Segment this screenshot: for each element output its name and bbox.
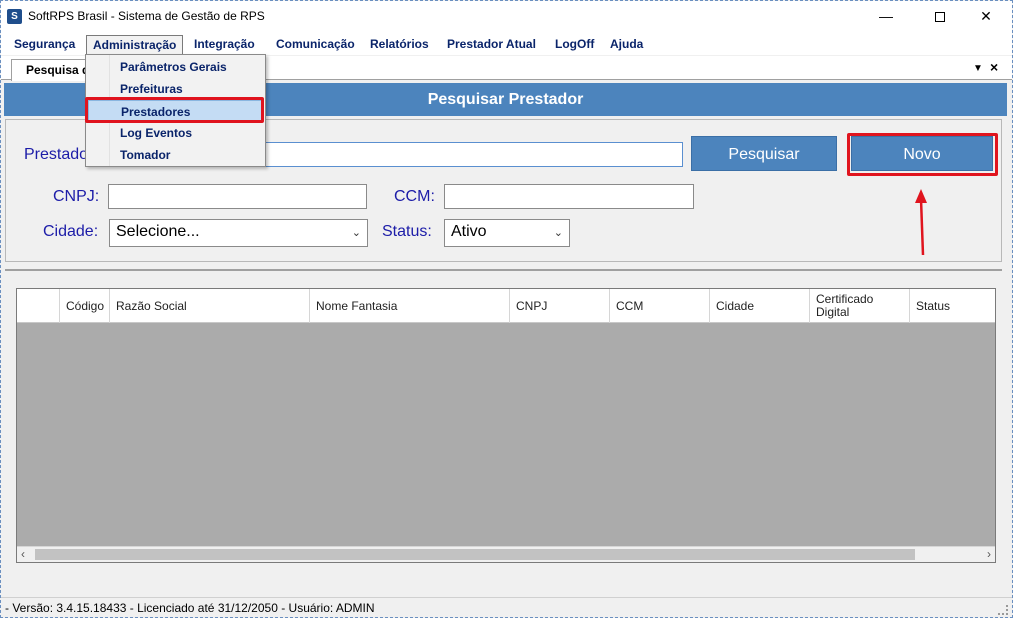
scroll-right-icon[interactable]: › (987, 547, 991, 561)
cidade-label: Cidade: (43, 223, 99, 240)
ccm-label: CCM: (394, 188, 435, 205)
menu-bar: Segurança Administração Integração Comun… (1, 33, 1012, 55)
red-arrow-icon (915, 189, 927, 256)
menu-item-log-eventos[interactable]: Log Eventos (88, 122, 263, 144)
menu-logoff[interactable]: LogOff (549, 35, 600, 55)
status-bar: - Versão: 3.4.15.18433 - Licenciado até … (1, 597, 1012, 617)
column-header-nome-fantasia[interactable]: Nome Fantasia (309, 289, 509, 323)
status-label: Status: (382, 223, 432, 240)
column-header-codigo[interactable]: Código (59, 289, 109, 323)
close-window-button[interactable]: ✕ (963, 1, 1009, 31)
results-grid[interactable]: Código Razão Social Nome Fantasia CNPJ C… (16, 288, 996, 563)
cidade-select[interactable]: Selecione... ⌄ (109, 219, 368, 247)
app-window: S SoftRPS Brasil - Sistema de Gestão de … (0, 0, 1013, 618)
horizontal-scrollbar[interactable]: ‹ › (17, 546, 995, 562)
app-logo-icon: S (7, 9, 22, 24)
menu-administracao[interactable]: Administração (86, 35, 184, 55)
maximize-icon (935, 12, 945, 23)
chevron-down-icon: ⌄ (351, 227, 361, 239)
column-header-razao-social[interactable]: Razão Social (109, 289, 309, 323)
cnpj-input[interactable] (108, 184, 367, 209)
menu-item-tomador[interactable]: Tomador (88, 144, 263, 166)
prestador-input[interactable] (251, 142, 683, 167)
tab-list-chevron-icon[interactable]: ▼ (973, 63, 983, 74)
novo-highlight-box (847, 133, 998, 176)
column-header-certificado-digital[interactable]: Certificado Digital (809, 289, 901, 323)
title-bar: S SoftRPS Brasil - Sistema de Gestão de … (1, 1, 1012, 33)
resize-grip-icon[interactable] (998, 605, 1008, 615)
prestadores-highlight-box (85, 97, 264, 123)
chevron-down-icon: ⌄ (553, 227, 563, 239)
menu-comunicacao[interactable]: Comunicação (270, 35, 361, 55)
cnpj-label: CNPJ: (53, 188, 100, 205)
status-bar-text: - Versão: 3.4.15.18433 - Licenciado até … (5, 601, 375, 615)
scrollbar-thumb[interactable] (35, 549, 915, 560)
column-header-ccm[interactable]: CCM (609, 289, 709, 323)
column-header-cnpj[interactable]: CNPJ (509, 289, 609, 323)
scroll-left-icon[interactable]: ‹ (21, 547, 25, 561)
grid-header: Código Razão Social Nome Fantasia CNPJ C… (17, 289, 995, 323)
minimize-button[interactable]: — (863, 1, 909, 31)
menu-prestador-atual[interactable]: Prestador Atual (441, 35, 542, 55)
cidade-selected-value: Selecione... (116, 223, 200, 240)
status-select[interactable]: Ativo ⌄ (444, 219, 570, 247)
row-selector-header (17, 289, 59, 323)
menu-relatorios[interactable]: Relatórios (364, 35, 435, 55)
menu-ajuda[interactable]: Ajuda (604, 35, 649, 55)
menu-integracao[interactable]: Integração (188, 35, 261, 55)
ccm-input[interactable] (444, 184, 694, 209)
maximize-button[interactable] (917, 1, 963, 31)
pesquisar-button[interactable]: Pesquisar (691, 136, 837, 171)
window-title: SoftRPS Brasil - Sistema de Gestão de RP… (28, 9, 265, 23)
column-header-status[interactable]: Status (909, 289, 997, 323)
menu-seguranca[interactable]: Segurança (8, 35, 81, 55)
menu-item-parametros-gerais[interactable]: Parâmetros Gerais (88, 56, 263, 78)
tab-close-icon[interactable]: × (990, 59, 998, 75)
status-selected-value: Ativo (451, 223, 487, 240)
column-header-cidade[interactable]: Cidade (709, 289, 809, 323)
